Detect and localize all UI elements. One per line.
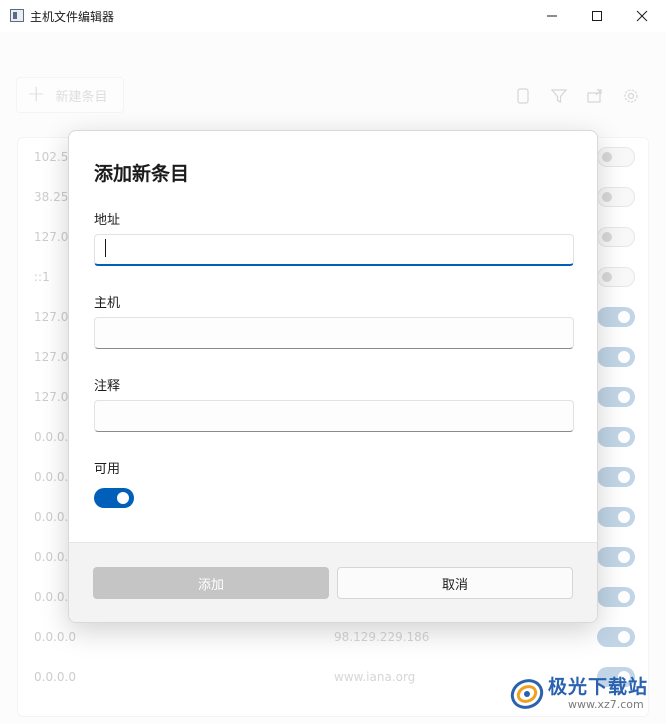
add-button[interactable]: 添加 bbox=[93, 567, 329, 599]
dialog-title: 添加新条目 bbox=[94, 163, 190, 185]
close-button[interactable] bbox=[619, 0, 665, 32]
title-bar: 主机文件编辑器 bbox=[0, 0, 666, 32]
host-label: 主机 bbox=[94, 296, 121, 311]
enabled-label: 可用 bbox=[94, 462, 121, 477]
minimize-icon bbox=[547, 15, 557, 17]
comment-label: 注释 bbox=[94, 379, 121, 394]
comment-input[interactable] bbox=[94, 400, 574, 432]
watermark-url: www.xz7.com bbox=[568, 698, 644, 711]
address-input[interactable] bbox=[94, 234, 574, 266]
dialog-footer: 添加 取消 bbox=[69, 542, 597, 622]
swirl-logo-icon bbox=[510, 679, 544, 709]
address-label: 地址 bbox=[94, 213, 121, 228]
app-icon bbox=[10, 9, 24, 22]
window-title: 主机文件编辑器 bbox=[30, 10, 115, 24]
host-input[interactable] bbox=[94, 317, 574, 349]
close-icon bbox=[636, 10, 648, 22]
watermark-logo: 极光下载站 www.xz7.com bbox=[508, 668, 660, 718]
maximize-button[interactable] bbox=[574, 0, 620, 32]
maximize-icon bbox=[592, 11, 602, 21]
text-caret bbox=[105, 239, 106, 257]
enabled-toggle[interactable] bbox=[94, 488, 134, 508]
cancel-button[interactable]: 取消 bbox=[337, 567, 573, 599]
watermark-text: 极光下载站 bbox=[548, 676, 649, 698]
minimize-button[interactable] bbox=[529, 0, 575, 32]
add-entry-dialog: 添加新条目 地址 主机 注释 可用 添加 取消 bbox=[68, 130, 598, 623]
